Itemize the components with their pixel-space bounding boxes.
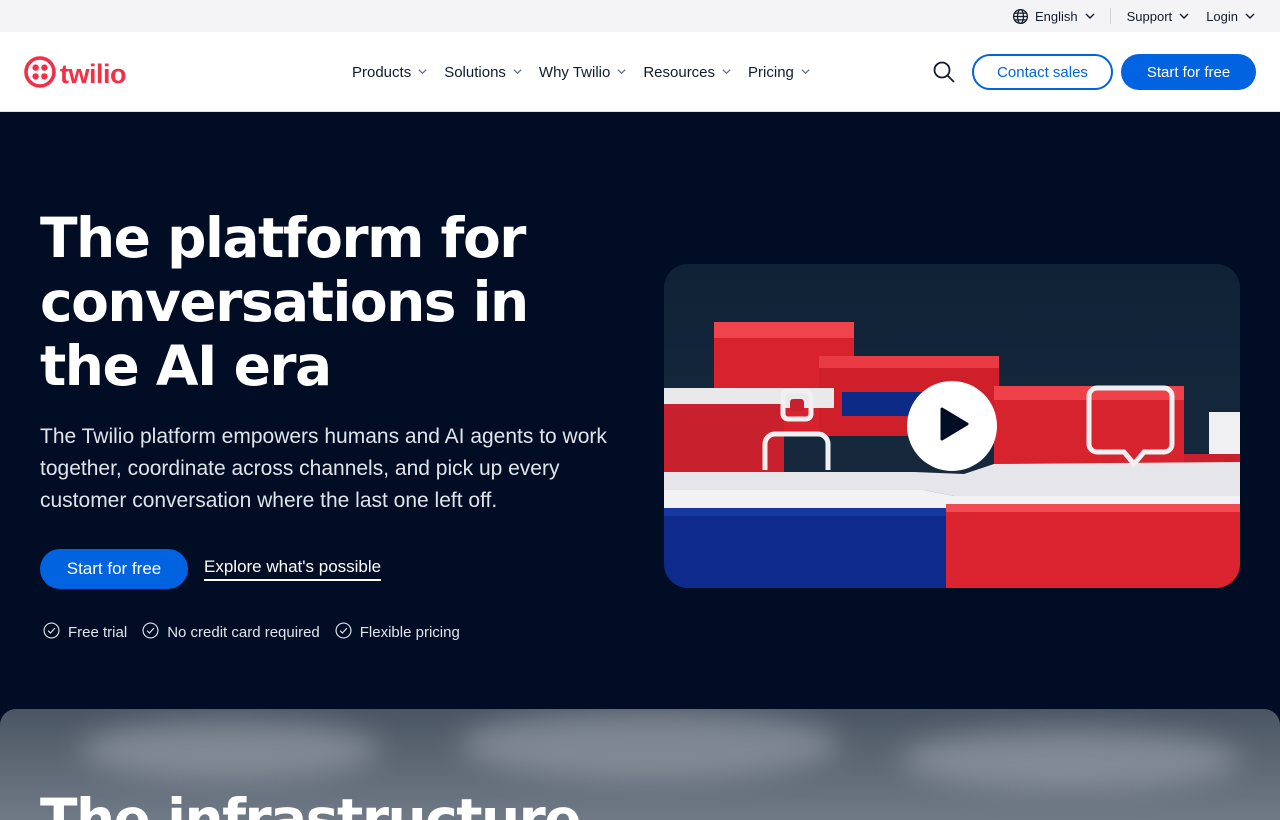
chevron-down-icon bbox=[417, 64, 428, 81]
chevron-down-icon bbox=[512, 64, 523, 81]
chevron-down-icon bbox=[1084, 10, 1096, 22]
twilio-logo-icon bbox=[24, 56, 56, 93]
play-icon bbox=[932, 404, 972, 449]
menu-item-products[interactable]: Products bbox=[352, 64, 428, 81]
contact-sales-button[interactable]: Contact sales bbox=[972, 54, 1113, 90]
menu-item-why-twilio[interactable]: Why Twilio bbox=[539, 64, 627, 81]
background-cloud bbox=[900, 729, 1240, 789]
chevron-down-icon bbox=[616, 64, 627, 81]
infrastructure-section: The infrastructure bbox=[0, 709, 1280, 820]
menu-item-solutions[interactable]: Solutions bbox=[444, 64, 523, 81]
check-circle-icon bbox=[43, 622, 60, 643]
feature-checks: Free trial No credit card required Flexi… bbox=[43, 622, 460, 643]
primary-menu: Products Solutions Why Twilio Resources … bbox=[352, 32, 811, 112]
language-selector[interactable]: English bbox=[1012, 8, 1096, 25]
chevron-down-icon bbox=[1178, 10, 1190, 22]
menu-item-label: Products bbox=[352, 63, 412, 81]
utility-bar: English Support Login bbox=[0, 0, 1280, 32]
explore-link[interactable]: Explore what's possible bbox=[204, 557, 382, 581]
chevron-down-icon bbox=[1244, 10, 1256, 22]
menu-item-resources[interactable]: Resources bbox=[643, 64, 732, 81]
check-circle-icon bbox=[335, 622, 352, 643]
check-item: No credit card required bbox=[142, 622, 320, 643]
check-item: Flexible pricing bbox=[335, 622, 460, 643]
menu-item-label: Solutions bbox=[444, 63, 506, 81]
support-menu[interactable]: Support bbox=[1127, 9, 1191, 24]
search-button[interactable] bbox=[932, 60, 956, 84]
support-label: Support bbox=[1126, 8, 1173, 24]
play-button[interactable] bbox=[907, 381, 997, 471]
login-menu[interactable]: Login bbox=[1206, 9, 1256, 24]
chevron-down-icon bbox=[721, 64, 732, 81]
start-for-free-button[interactable]: Start for free bbox=[1121, 54, 1256, 90]
globe-icon bbox=[1012, 8, 1029, 25]
main-nav: twilio Products Solutions Why Twilio Res… bbox=[0, 32, 1280, 112]
divider bbox=[1109, 8, 1111, 24]
check-label: Flexible pricing bbox=[359, 624, 460, 641]
login-label: Login bbox=[1206, 8, 1238, 24]
background-cloud bbox=[460, 709, 840, 779]
chevron-down-icon bbox=[800, 64, 811, 81]
twilio-logo[interactable]: twilio bbox=[24, 56, 127, 93]
check-label: No credit card required bbox=[167, 624, 320, 641]
hero-start-for-free-button[interactable]: Start for free bbox=[40, 549, 188, 589]
section-title: The infrastructure bbox=[40, 787, 582, 820]
menu-item-pricing[interactable]: Pricing bbox=[748, 64, 811, 81]
menu-item-label: Why Twilio bbox=[538, 63, 611, 81]
hero-video[interactable] bbox=[664, 264, 1240, 588]
check-label: Free trial bbox=[68, 624, 128, 641]
menu-item-label: Pricing bbox=[748, 63, 794, 81]
background-cloud bbox=[80, 719, 380, 779]
search-icon bbox=[932, 61, 956, 88]
hero-subtitle: The Twilio platform empowers humans and … bbox=[40, 425, 607, 512]
check-item: Free trial bbox=[43, 622, 127, 643]
language-label: English bbox=[1035, 8, 1078, 24]
logo-wordmark: twilio bbox=[60, 59, 127, 89]
hero-title: The platform for conversations in the AI… bbox=[40, 206, 529, 398]
menu-item-label: Resources bbox=[643, 63, 716, 81]
check-circle-icon bbox=[142, 622, 159, 643]
